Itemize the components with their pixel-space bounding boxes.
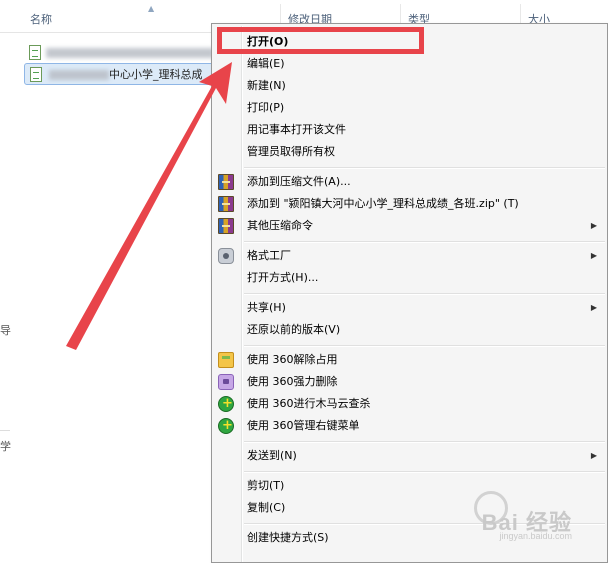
watermark: Bai 经验 jingyan.baidu.com (482, 505, 572, 541)
annotation-arrow (66, 62, 232, 350)
watermark-subtext: jingyan.baidu.com (499, 531, 572, 541)
